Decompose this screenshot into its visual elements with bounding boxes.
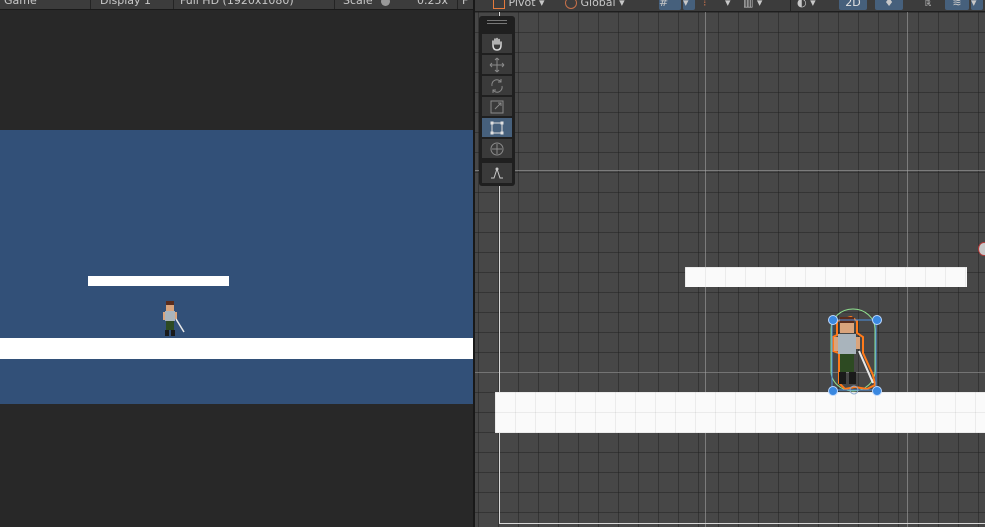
custom-tool-button[interactable] (482, 163, 512, 183)
chevron-down-icon: ▾ (683, 0, 689, 9)
tool-palette (479, 16, 515, 186)
scale-label: Scale (343, 0, 373, 7)
toolbar-divider (90, 0, 91, 9)
scale-icon (490, 100, 504, 113)
pivot-label: Pivot (508, 0, 536, 9)
globe-icon (565, 0, 577, 9)
grid-snap-icon: # (659, 0, 669, 9)
player-sprite (163, 301, 185, 336)
increment-snap-dropdown[interactable]: ▾ (725, 0, 737, 10)
chevron-down-icon: ▾ (725, 0, 731, 9)
chevron-down-icon: ▾ (619, 0, 625, 9)
scale-slider-knob[interactable] (381, 0, 390, 6)
gizmo-icon[interactable] (978, 242, 985, 256)
audio-button[interactable]: ℝ (915, 0, 941, 10)
transform-tool-button[interactable] (482, 139, 512, 158)
effects-button[interactable]: ≋ (945, 0, 969, 10)
hand-icon (492, 37, 502, 51)
scale-value: 0.25x (417, 0, 449, 7)
lightbulb-icon: ♦ (884, 0, 894, 9)
global-label: Global (580, 0, 616, 9)
toolbar-divider (173, 0, 174, 9)
resolution-dropdown[interactable]: Full HD (1920x1080) (180, 0, 294, 9)
toolbar-divider (457, 0, 458, 9)
chevron-down-icon: ▾ (539, 0, 545, 9)
resize-handle-top-left[interactable] (828, 315, 838, 325)
ruler-icon: ▥ ▾ (743, 0, 763, 9)
custom-editor-tool-icon (491, 167, 503, 179)
ground-platform[interactable] (495, 392, 985, 433)
floating-platform (88, 276, 229, 286)
shading-mode-icon: ◐ ▾ (797, 0, 816, 9)
rect-tool-button[interactable] (482, 118, 512, 137)
audio-icon: ℝ (924, 0, 932, 8)
scene-toolbar: Pivot ▾ Global ▾ # ▾ ⁝ ▾ ▥ ▾ ◐ ▾ 2D ♦ ℝ … (475, 0, 985, 12)
game-tab-label[interactable]: Game (4, 0, 37, 9)
scene-view-panel[interactable]: Pivot ▾ Global ▾ # ▾ ⁝ ▾ ▥ ▾ ◐ ▾ 2D ♦ ℝ … (475, 0, 985, 527)
increment-snap-button[interactable]: ⁝ (703, 0, 725, 10)
move-tool-button[interactable] (482, 55, 512, 74)
grid-major-line (475, 372, 985, 373)
rotate-tool-button[interactable] (482, 76, 512, 95)
game-view-panel[interactable]: Game Display 1 Full HD (1920x1080) Scale… (0, 0, 474, 527)
resize-handle-bottom-right[interactable] (872, 386, 882, 396)
toolbar-divider (790, 0, 791, 11)
2d-mode-button[interactable]: 2D (839, 0, 867, 10)
floating-platform[interactable] (685, 267, 967, 287)
overflow-label[interactable]: F (462, 0, 468, 9)
toolbar-divider (334, 0, 335, 9)
rotate-icon (491, 78, 503, 93)
ground-platform (0, 338, 473, 359)
lighting-button[interactable]: ♦ (875, 0, 903, 10)
resize-handle-bottom-left[interactable] (828, 386, 838, 396)
hand-tool-button[interactable] (482, 34, 512, 53)
increment-snap-icon: ⁝ (703, 0, 707, 9)
global-dropdown[interactable]: Global ▾ (565, 0, 637, 10)
display-dropdown[interactable]: Display 1 (100, 0, 151, 9)
palette-drag-handle[interactable] (487, 20, 507, 21)
transform-icon (490, 142, 504, 155)
draw-mode-button[interactable]: ◐ ▾ (797, 0, 831, 10)
grid-major-line (475, 170, 985, 171)
scale-tool-button[interactable] (482, 97, 512, 116)
grid-snap-dropdown[interactable]: ▾ (683, 0, 695, 10)
camera-bounds-bottom (499, 523, 985, 524)
resize-handle-top-right[interactable] (872, 315, 882, 325)
grid-snap-button[interactable]: # (659, 0, 681, 10)
game-viewport[interactable] (0, 130, 473, 404)
move-icon (489, 57, 505, 72)
effects-dropdown[interactable]: ▾ (971, 0, 983, 10)
pivot-icon (493, 0, 505, 9)
chevron-down-icon: ▾ (971, 0, 977, 9)
pivot-dropdown[interactable]: Pivot ▾ (493, 0, 561, 10)
ruler-tool-button[interactable]: ▥ ▾ (743, 0, 777, 10)
rect-transform-icon (490, 121, 504, 134)
scene-canvas[interactable] (475, 12, 985, 527)
game-toolbar: Game Display 1 Full HD (1920x1080) Scale… (0, 0, 474, 10)
layers-icon: ≋ (952, 0, 962, 9)
